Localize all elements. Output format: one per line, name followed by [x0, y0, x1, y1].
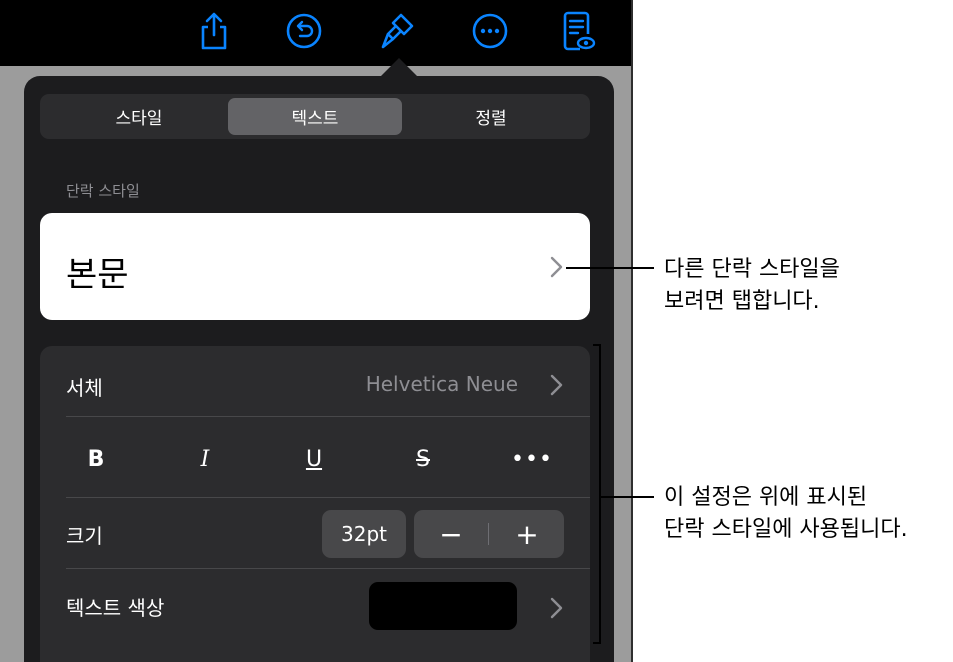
callout-line [601, 496, 654, 498]
tab-style[interactable]: 스타일 [52, 98, 226, 135]
format-tabs: 스타일 텍스트 정렬 [40, 94, 590, 139]
chevron-right-icon[interactable] [550, 374, 564, 396]
screen-edge [631, 0, 633, 662]
callout-bracket [593, 344, 601, 644]
callout-text-line: 단락 스타일에 사용됩니다. [664, 517, 908, 542]
separator [66, 416, 590, 417]
tab-text[interactable]: 텍스트 [228, 98, 402, 135]
callout-paragraph-style: 다른 단락 스타일을 보려면 탭합니다. [664, 254, 840, 318]
bold-button[interactable]: B [76, 446, 116, 472]
callout-text-line: 보려면 탭합니다. [664, 289, 820, 314]
reader-view-icon[interactable] [558, 8, 598, 54]
more-text-options-button[interactable]: ••• [511, 446, 552, 472]
callout-settings: 이 설정은 위에 표시된 단락 스타일에 사용됩니다. [664, 482, 908, 546]
callout-text-line: 다른 단락 스타일을 [664, 257, 840, 282]
callout-line [566, 267, 654, 269]
toolbar [0, 0, 631, 66]
share-icon[interactable] [194, 8, 234, 54]
paragraph-style-value: 본문 [66, 255, 129, 295]
format-brush-icon[interactable] [378, 8, 418, 54]
undo-icon[interactable] [284, 8, 324, 54]
separator [66, 568, 590, 569]
italic-button[interactable]: I [185, 446, 225, 472]
text-color-swatch[interactable] [369, 582, 517, 630]
decrease-size-button[interactable]: − [414, 510, 488, 558]
text-settings-card: 서체 Helvetica Neue B I U S ••• 크기 32pt − … [40, 346, 590, 662]
chevron-right-icon[interactable] [550, 597, 564, 619]
font-label: 서체 [66, 376, 103, 400]
font-value[interactable]: Helvetica Neue [366, 372, 518, 396]
format-popover: 스타일 텍스트 정렬 단락 스타일 본문 서체 Helvetica Neue B… [24, 76, 614, 662]
underline-button[interactable]: U [294, 446, 334, 472]
chevron-right-icon [550, 256, 563, 278]
popover-arrow [381, 58, 417, 76]
separator [66, 497, 590, 498]
strikethrough-button[interactable]: S [403, 446, 443, 472]
paragraph-style-button[interactable]: 본문 [40, 213, 590, 320]
tab-arrange[interactable]: 정렬 [404, 98, 578, 135]
stepper-divider [488, 523, 489, 545]
size-label: 크기 [66, 524, 103, 548]
text-color-label: 텍스트 색상 [66, 596, 165, 620]
callout-text-line: 이 설정은 위에 표시된 [664, 485, 868, 510]
font-size-value[interactable]: 32pt [322, 510, 406, 558]
increase-size-button[interactable]: + [490, 510, 564, 558]
more-icon[interactable] [470, 8, 510, 54]
paragraph-style-caption: 단락 스타일 [66, 182, 140, 200]
font-size-stepper: − + [414, 510, 564, 558]
